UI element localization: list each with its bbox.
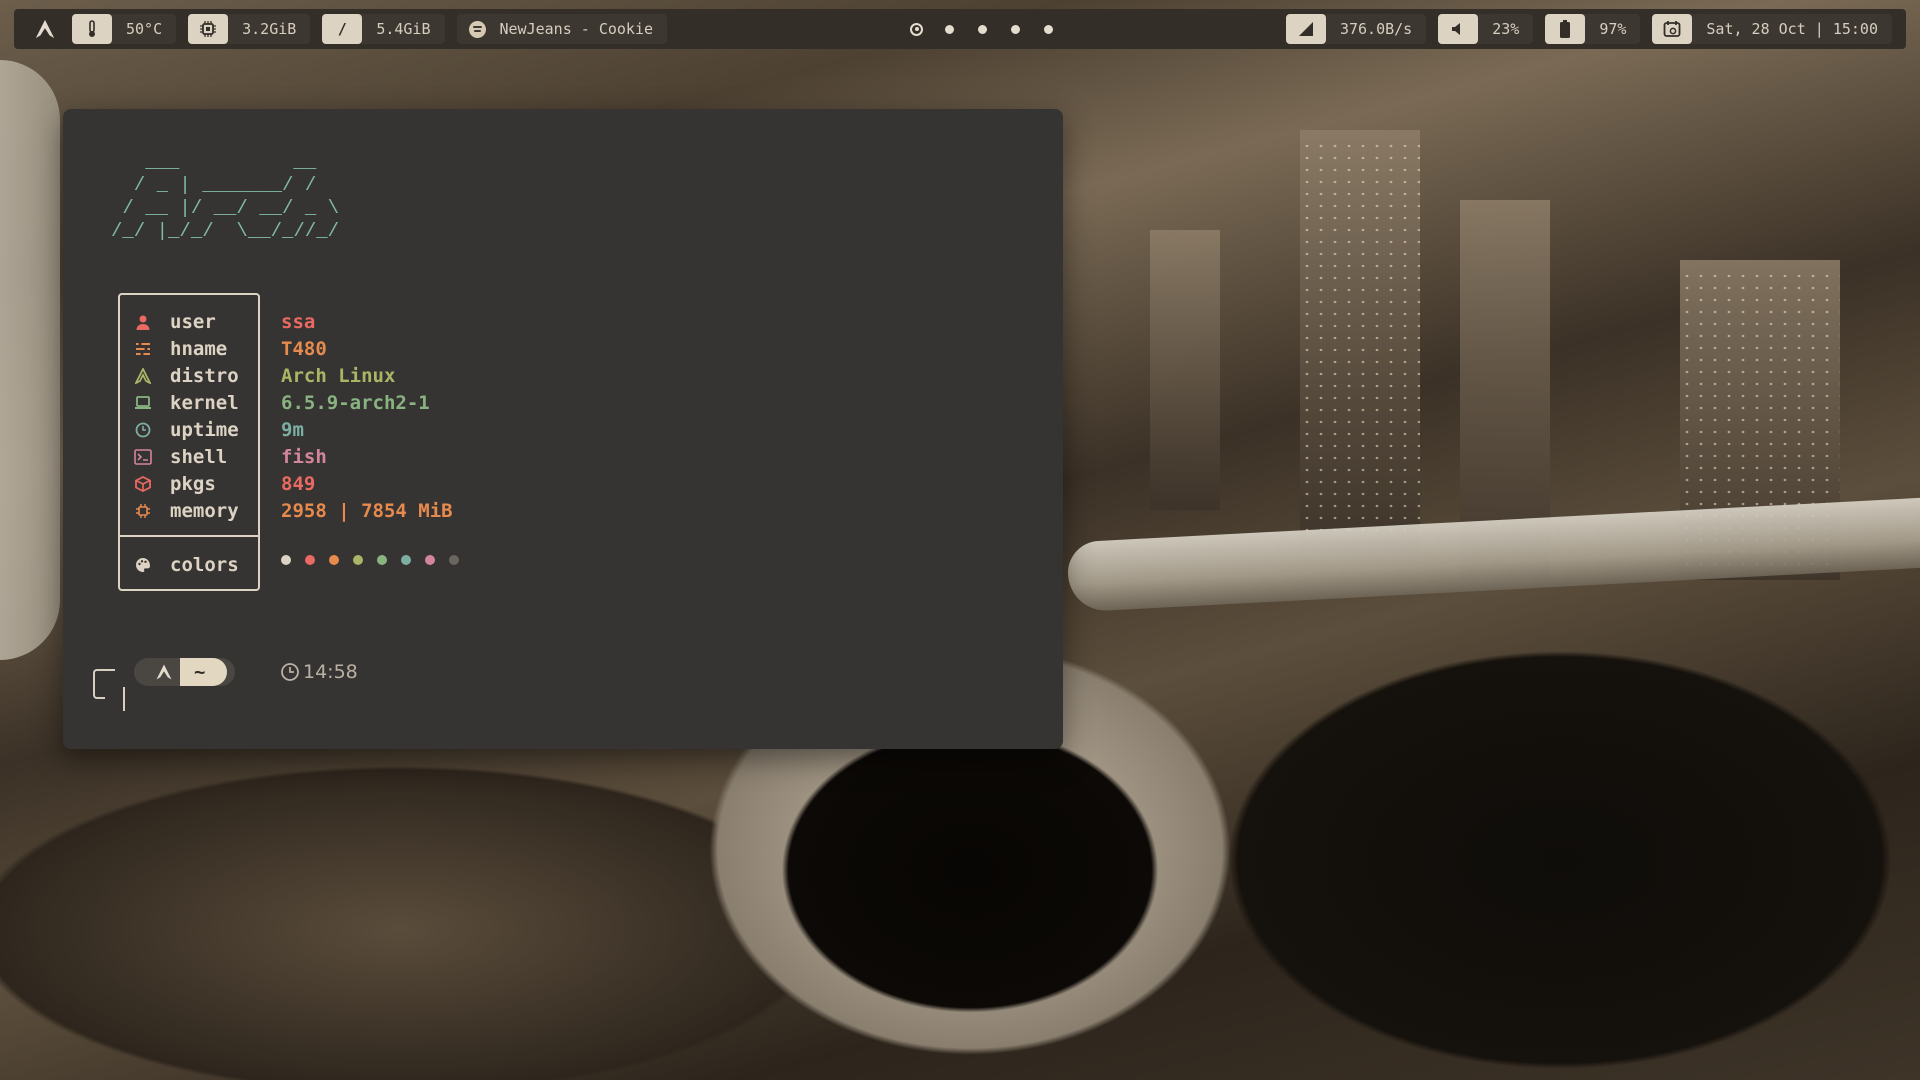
temperature-value: 50°C bbox=[126, 20, 163, 38]
chip-icon bbox=[134, 502, 152, 520]
color-swatches bbox=[281, 555, 473, 565]
info-divider bbox=[120, 535, 258, 537]
color-swatch bbox=[401, 555, 411, 565]
fetch-value-kernel: 6.5.9-arch2-1 bbox=[281, 391, 430, 414]
clock-widget[interactable]: Sat, 28 Oct | 15:00 bbox=[1652, 14, 1892, 44]
disk-value: 5.4GiB bbox=[376, 20, 431, 38]
fetch-value-memory: 2958 | 7854 MiB bbox=[281, 499, 453, 522]
fetch-value-distro: Arch Linux bbox=[281, 364, 396, 387]
prompt-segment: ~ bbox=[134, 658, 236, 686]
date-time: Sat, 28 Oct | 15:00 bbox=[1706, 20, 1878, 38]
color-swatch bbox=[425, 555, 435, 565]
color-swatch bbox=[305, 555, 315, 565]
fetch-value-uptime: 9m bbox=[281, 418, 304, 441]
fetch-key: user bbox=[170, 310, 216, 333]
fetch-key: pkgs bbox=[170, 472, 216, 495]
fetch-row-uptime: uptime bbox=[118, 416, 270, 443]
color-swatch bbox=[449, 555, 459, 565]
network-speed: 376.0B/s bbox=[1339, 20, 1413, 38]
battery-icon bbox=[1545, 14, 1586, 44]
text-cursor[interactable] bbox=[123, 687, 125, 711]
network-widget[interactable]: 376.0B/s bbox=[1285, 14, 1427, 44]
arch-ascii-logo: ___ __ / _ | _______/ / / __ |/ __/ __/ … bbox=[111, 151, 340, 242]
workspace-1-active[interactable] bbox=[910, 22, 923, 36]
prompt-bracket bbox=[93, 669, 115, 699]
workspace-3[interactable] bbox=[978, 24, 987, 34]
clock-icon bbox=[134, 421, 152, 439]
fetch-value-pkgs: 849 bbox=[281, 472, 316, 495]
laptop-icon bbox=[134, 394, 152, 412]
fetch-row-hname: hname bbox=[118, 335, 270, 362]
fetch-key: kernel bbox=[170, 391, 239, 414]
terminal-icon bbox=[134, 448, 152, 466]
fetch-value-user: ssa bbox=[281, 310, 316, 333]
fetch-key: distro bbox=[170, 364, 239, 387]
fetch-value-hname: T480 bbox=[281, 337, 327, 360]
prompt-time: 14:58 bbox=[280, 658, 358, 686]
status-bar: 50°C 3.2GiB / 5.4GiB NewJeans - Cookie 3… bbox=[14, 9, 1906, 49]
workspace-4[interactable] bbox=[1011, 24, 1020, 34]
calendar-icon bbox=[1652, 14, 1693, 44]
host-icon bbox=[134, 340, 152, 358]
battery-widget[interactable]: 97% bbox=[1545, 14, 1641, 44]
fetch-key: colors bbox=[170, 553, 239, 576]
memory-widget[interactable]: 3.2GiB bbox=[188, 14, 311, 44]
package-icon bbox=[134, 475, 152, 493]
fetch-row-shell: shell bbox=[118, 443, 270, 470]
fetch-row-user: user bbox=[118, 308, 270, 335]
fetch-row-distro: distro bbox=[118, 362, 270, 389]
fetch-key: hname bbox=[170, 337, 228, 360]
user-icon bbox=[134, 313, 152, 331]
memory-value: 3.2GiB bbox=[242, 20, 297, 38]
fetch-row-colors: colors bbox=[118, 551, 270, 578]
temperature-widget[interactable]: 50°C bbox=[72, 14, 177, 44]
spotify-icon bbox=[468, 20, 486, 38]
disk-widget[interactable]: / 5.4GiB bbox=[322, 14, 445, 44]
fetch-key: shell bbox=[170, 445, 228, 468]
terminal-window[interactable]: ___ __ / _ | _______/ / / __ |/ __/ __/ … bbox=[63, 109, 1063, 749]
prompt-clock-icon bbox=[281, 663, 299, 681]
distro-icon bbox=[134, 367, 152, 385]
workspace-switcher bbox=[900, 9, 1065, 49]
color-swatch bbox=[377, 555, 387, 565]
cpu-chip-icon bbox=[188, 14, 229, 44]
volume-value: 23% bbox=[1492, 20, 1520, 38]
palette-icon bbox=[134, 556, 152, 574]
signal-icon bbox=[1285, 14, 1326, 44]
workspace-2[interactable] bbox=[945, 24, 954, 34]
skyscraper bbox=[1150, 230, 1220, 510]
prompt-directory: ~ bbox=[180, 658, 228, 686]
airplane-fuselage bbox=[0, 60, 60, 660]
color-swatch bbox=[353, 555, 363, 565]
fetch-value-shell: fish bbox=[281, 445, 327, 468]
prompt-time-value: 14:58 bbox=[303, 661, 358, 683]
arch-logo-icon[interactable] bbox=[34, 18, 56, 40]
color-swatch bbox=[329, 555, 339, 565]
disk-root-icon: / bbox=[322, 14, 363, 44]
city-lights bbox=[1300, 140, 1420, 540]
workspace-5[interactable] bbox=[1044, 24, 1053, 34]
speaker-icon bbox=[1438, 14, 1479, 44]
volume-widget[interactable]: 23% bbox=[1438, 14, 1534, 44]
fetch-row-kernel: kernel bbox=[118, 389, 270, 416]
now-playing-title: NewJeans - Cookie bbox=[499, 20, 654, 38]
battery-value: 97% bbox=[1599, 20, 1627, 38]
fetch-row-pkgs: pkgs bbox=[118, 470, 270, 497]
fetch-key: memory bbox=[170, 499, 239, 522]
fetch-row-memory: memory bbox=[118, 497, 270, 524]
fetch-key: uptime bbox=[170, 418, 239, 441]
color-swatch bbox=[281, 555, 291, 565]
thermometer-icon bbox=[72, 14, 112, 44]
now-playing-widget[interactable]: NewJeans - Cookie bbox=[456, 14, 668, 44]
